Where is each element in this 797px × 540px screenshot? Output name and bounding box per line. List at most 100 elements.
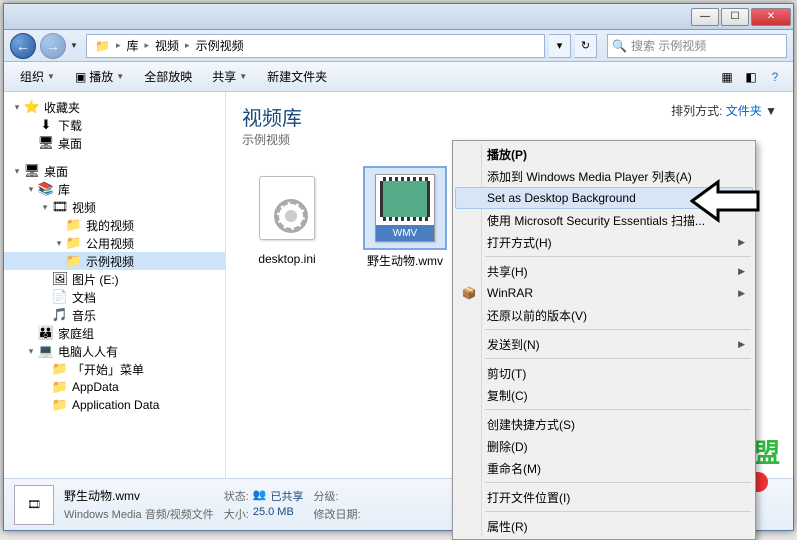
tree-start-menu[interactable]: 📁「开始」菜单 [4,360,225,378]
expand-icon[interactable]: ▾ [24,346,38,357]
titlebar: — ☐ ✕ [4,4,793,30]
tree-label: 我的视频 [86,217,134,234]
search-input[interactable]: 🔍 搜索 示例视频 [607,34,787,58]
menu-item[interactable]: 剪切(T) [455,362,753,384]
tree-label: 库 [58,181,70,198]
breadcrumb[interactable]: 库 [122,35,142,57]
folder-icon: 📚 [38,181,54,197]
preview-pane-button[interactable]: ◧ [741,67,761,87]
tree-label: 电脑人人有 [58,343,118,360]
menu-item[interactable]: 创建快捷方式(S) [455,413,753,435]
view-button[interactable]: ▦ [717,67,737,87]
annotation-arrow [690,178,762,224]
folder-icon: 📁 [66,217,82,233]
shared-icon: 👥 [253,488,267,504]
tree-videos[interactable]: ▾🎞视频 [4,198,225,216]
address-bar[interactable]: 📁 ▸ 库 ▸ 视频 ▸ 示例视频 [86,34,545,58]
folder-icon: 🖥 [24,163,40,179]
tree-documents[interactable]: 📄文档 [4,288,225,306]
close-button[interactable]: ✕ [751,8,791,26]
address-dropdown[interactable]: ▾ [549,34,571,58]
folder-icon: 🖥 [38,135,54,151]
search-icon: 🔍 [612,39,627,53]
menu-item[interactable]: 重命名(M) [455,457,753,479]
expand-icon[interactable]: ▾ [10,166,24,177]
menu-item[interactable]: 📦WinRAR▶ [455,282,753,304]
submenu-icon: ▶ [738,288,745,299]
menu-item[interactable]: 删除(D) [455,435,753,457]
tree-music[interactable]: 🎵音乐 [4,306,225,324]
play-button[interactable]: ▣播放▼ [67,65,132,88]
tree-my-videos[interactable]: 📁我的视频 [4,216,225,234]
maximize-button[interactable]: ☐ [721,8,749,26]
arrange-by[interactable]: 排列方式: 文件夹 ▼ [671,102,777,119]
tree-label: 家庭组 [58,325,94,342]
tree-label: 音乐 [72,307,96,324]
menu-item[interactable]: 共享(H)▶ [455,260,753,282]
expand-icon[interactable]: ▾ [10,102,24,113]
menu-label: 发送到(N) [487,336,540,353]
folder-icon: ⬇ [38,117,54,133]
tree-label: 公用视频 [86,235,134,252]
tree-desktop[interactable]: ▾🖥桌面 [4,162,225,180]
play-all-button[interactable]: 全部放映 [136,65,200,88]
tree-label: 视频 [72,199,96,216]
tree-homegroup[interactable]: 👪家庭组 [4,324,225,342]
expand-icon[interactable]: ▾ [24,184,38,195]
menu-item[interactable]: 复制(C) [455,384,753,406]
forward-button[interactable]: → [40,33,66,59]
tree-public-videos[interactable]: ▾📁公用视频 [4,234,225,252]
tree-label: 示例视频 [86,253,134,270]
help-button[interactable]: ? [765,67,785,87]
organize-button[interactable]: 组织▼ [12,65,63,88]
share-button[interactable]: 共享▼ [204,65,255,88]
submenu-icon: ▶ [738,339,745,350]
menu-label: Set as Desktop Background [487,191,636,205]
back-button[interactable]: ← [10,33,36,59]
navigation-bar: ← → ▼ 📁 ▸ 库 ▸ 视频 ▸ 示例视频 ▾ ↻ 🔍 搜索 示例视频 [4,30,793,62]
tree-label: Application Data [72,398,159,412]
tree-appdata2[interactable]: 📁Application Data [4,396,225,414]
history-dropdown[interactable]: ▼ [70,41,82,50]
refresh-button[interactable]: ↻ [575,34,597,58]
menu-label: 共享(H) [487,263,528,280]
tree-favorites[interactable]: ▾⭐收藏夹 [4,98,225,116]
tree-sample-videos[interactable]: 📁示例视频 [4,252,225,270]
breadcrumb[interactable]: 示例视频 [192,35,248,57]
expand-icon[interactable]: ▾ [38,202,52,213]
tree-label: 「开始」菜单 [72,361,144,378]
library-title: 视频库 [242,102,302,131]
folder-icon: 📁 [91,35,114,57]
expand-icon[interactable]: ▾ [52,238,66,249]
menu-item[interactable]: 打开文件位置(I) [455,486,753,508]
folder-icon: 📄 [52,289,68,305]
file-desktop-ini[interactable]: desktop.ini [242,168,332,269]
tree-pictures[interactable]: 🖼图片 (E:) [4,270,225,288]
file-wildlife-wmv[interactable]: WMV野生动物.wmv [360,168,450,269]
library-subtitle: 示例视频 [242,131,302,148]
breadcrumb[interactable]: 视频 [151,35,183,57]
menu-item[interactable]: 打开方式(H)▶ [455,231,753,253]
navigation-pane[interactable]: ▾⭐收藏夹⬇下载🖥桌面▾🖥桌面▾📚库▾🎞视频📁我的视频▾📁公用视频📁示例视频🖼图… [4,92,226,478]
tree-libraries[interactable]: ▾📚库 [4,180,225,198]
tree-label: AppData [72,380,119,394]
submenu-icon: ▶ [738,237,745,248]
new-folder-button[interactable]: 新建文件夹 [259,65,335,88]
tree-label: 图片 (E:) [72,271,119,288]
tree-appdata[interactable]: 📁 AppData [4,378,225,396]
menu-item[interactable]: 发送到(N) ▶ [455,333,753,355]
menu-item[interactable]: 播放(P) [455,143,753,165]
folder-icon: 🖼 [52,271,68,287]
folder-icon: 👪 [38,325,54,341]
menu-label: 还原以前的版本(V) [487,307,587,324]
minimize-button[interactable]: — [691,8,719,26]
menu-item[interactable]: 还原以前的版本(V) [455,304,753,326]
folder-icon: 📁 [52,379,68,395]
tree-downloads[interactable]: ⬇下载 [4,116,225,134]
menu-label: 属性(R) [487,518,528,535]
tree-computer[interactable]: ▾💻电脑人人有 [4,342,225,360]
file-label: desktop.ini [258,252,315,266]
folder-icon: 🎞 [52,199,68,215]
folder-icon: 📁 [66,253,82,269]
tree-desktop-fav[interactable]: 🖥桌面 [4,134,225,152]
